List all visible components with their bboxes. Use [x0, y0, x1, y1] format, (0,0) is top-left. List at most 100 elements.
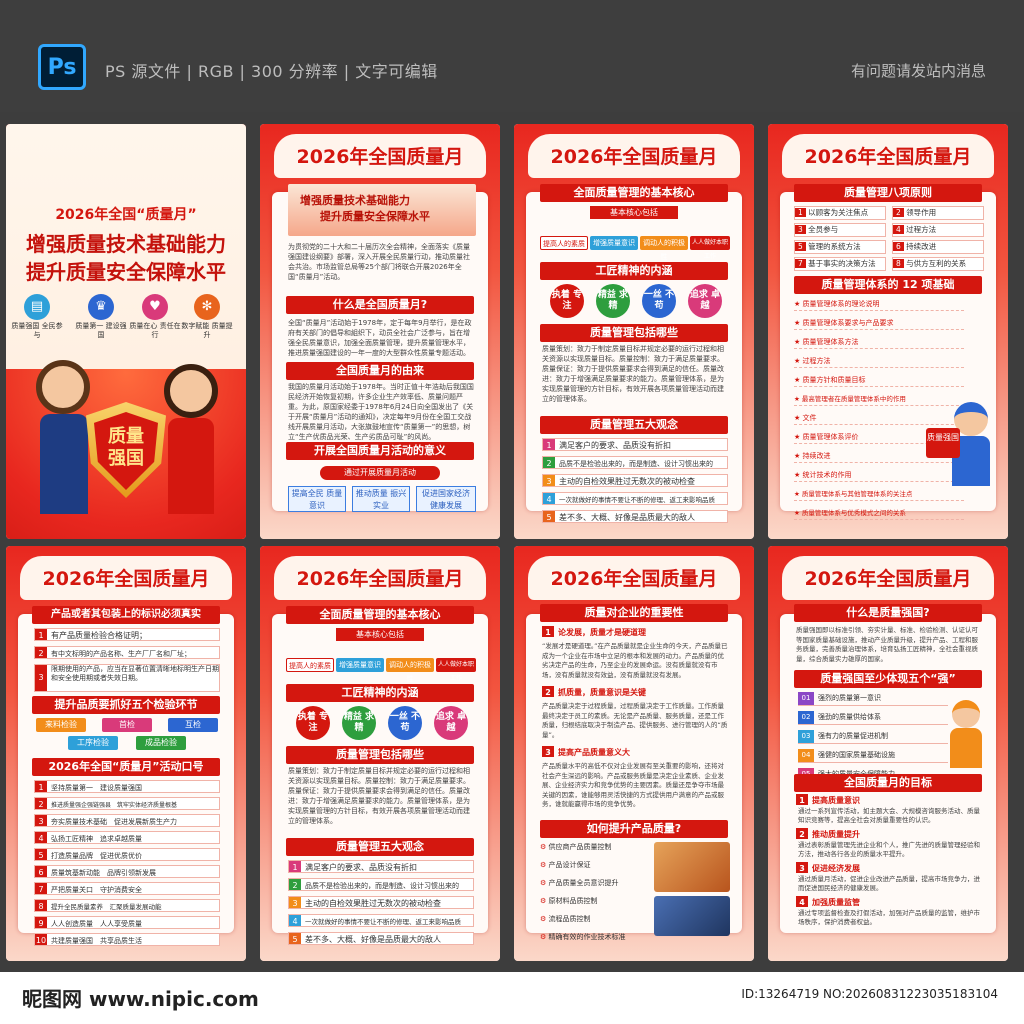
core-item: 人人做好本职工作	[690, 236, 730, 260]
section-heading: 质量对企业的重要性	[540, 604, 728, 622]
spirit-circle: 一丝 不苟	[642, 284, 676, 318]
principle-item: 2 领导作用	[892, 206, 984, 220]
way-item: ⚙ 流程品质控制	[540, 915, 591, 923]
slogan-item: 9 人人创造质量 人人享受质量	[34, 916, 220, 929]
slogan-item: 6 质量筑基新动能 品牌引领新发展	[34, 865, 220, 878]
meaning-box: 推动质量 振兴实业	[352, 486, 410, 512]
file-info: PS 源文件 | RGB | 300 分辨率 | 文字可编辑	[105, 62, 438, 81]
point-text: “发展才是硬道理。”在产品质量就是企业生命的今天，产品质量已成为一个企业在市场中…	[542, 642, 728, 679]
foundation-item: ★ 质量方针和质量目标	[794, 374, 964, 387]
spirit-circle: 追求 卓越	[688, 284, 722, 318]
slogan-item: 2 推进质量强企强链强县 筑牢实体经济质量根基	[34, 797, 220, 810]
core-item: 提高人的素质	[540, 236, 588, 250]
section-heading: 质量管理包括哪些	[286, 746, 474, 764]
core-label: 基本核心包括	[336, 628, 424, 641]
foundation-item: ★ 质量管理体系的理论说明	[794, 298, 964, 311]
point-heading: 1 论发展，质量才是硬道理	[542, 626, 728, 639]
star-icon: ★	[794, 376, 803, 384]
principle-item: 5 管理的系统方法	[794, 240, 886, 254]
point-text: 产品质量决定于过程质量，过程质量决定于工作质量。工作质量最终决定于员工的素质。无…	[542, 702, 728, 739]
meaning-box: 提高全民 质量意识	[288, 486, 346, 512]
section-heading: 质量管理五大观念	[540, 416, 728, 434]
star-icon: ★	[794, 509, 802, 517]
foundation-item: ★ 质量管理体系要求与产品要求	[794, 317, 964, 330]
concept-item: 1 满足客户的要求、品质没有折扣	[288, 860, 474, 873]
star-icon: ★	[794, 471, 803, 479]
meaning-box: 促进国家经济 健康发展	[416, 486, 476, 512]
intro-text: 为贯彻党的二十大和二十届历次全会精神，全面落实《质量强国建设纲要》部署，深入开展…	[288, 243, 470, 281]
panel-title: 2026年全国质量月	[42, 568, 210, 590]
banner-line1: 增强质量技术基础能力	[300, 194, 410, 207]
panel-title: 2026年全国质量月	[296, 146, 464, 168]
way-item: ⚙ 产品质量全员意识提升	[540, 879, 619, 887]
section-heading: 开展全国质量月活动的意义	[286, 442, 474, 460]
spirit-circle: 追求 卓越	[434, 706, 468, 740]
strong-item: 03 强有力的质量促进机制	[798, 730, 948, 744]
concept-item: 4 一次就做好的事情不要让不断的修理、返工来影响品质	[288, 914, 474, 927]
spirit-circle: 精益 求精	[342, 706, 376, 740]
girl-body	[168, 418, 214, 514]
section-heading: 2026年全国“质量月”活动口号	[32, 758, 220, 776]
way-item: ⚙ 供应商产品质量控制	[540, 843, 612, 851]
goal-text: 通过质量月活动，促进企业改进产品质量，提高市场竞争力，进而促进国民经济的健康发展…	[798, 875, 980, 892]
concept-item: 5 差不多、大概、好像是品质最大的敌人	[288, 932, 474, 945]
shield-text: 质量强国	[108, 426, 144, 469]
concept-item: 4 一次就做好的事情不要让不断的修理、返工来影响品质	[542, 492, 728, 505]
slogan-item: 3 夯实质量技术基础 促进发展新质生产力	[34, 814, 220, 827]
slogan-item: 5 打造质量品牌 促进优质优价	[34, 848, 220, 861]
mgmt-text: 质量策划：致力于制定质量目标并规定必要的运行过程和相关资源以实现质量目标。质量控…	[542, 345, 724, 403]
boy-figure	[36, 360, 90, 414]
gear-icon: ⚙	[540, 933, 549, 941]
spirit-circle: 执着 专注	[296, 706, 330, 740]
five-strong-list: 01 强烈的质量第一意识 02 强劲的质量供给体系 03 强有力的质量促进机制 04 强…	[798, 692, 948, 787]
ways-list: ⚙ 供应商产品质量控制 ⚙ 产品设计保证 ⚙ 产品质量全员意识提升 ⚙ 原材料品…	[540, 842, 650, 950]
goal-text: 通过专项监督检查及打假活动，加强对产品质量的监管，维护市场秩序，保护消费者权益。	[798, 909, 980, 926]
mark-item: 2 有中文标明的产品名称、生产厂厂名和厂址；	[34, 646, 220, 659]
panel-labels: 2026年全国质量月 产品或者其包装上的标识必须真实 1 有产品质量检验合格证明；…	[6, 546, 246, 961]
core-label: 基本核心包括	[590, 206, 678, 219]
girl-figure	[164, 364, 218, 418]
section-heading: 全国质量月的目标	[794, 774, 982, 792]
boy-body	[40, 414, 88, 514]
section-heading: 全面质量管理的基本核心	[540, 184, 728, 202]
slogan-item: 1 坚持质量第一 建设质量强国	[34, 780, 220, 793]
check-tag: 成品检验	[136, 736, 186, 750]
panel-title: 2026年全国质量月	[550, 568, 718, 590]
worker-body	[950, 728, 982, 768]
foundation-item: ★ 质量管理体系与其他管理体系的关注点	[794, 488, 964, 501]
gear-icon: ⚙	[540, 879, 549, 887]
panel-title: 2026年全国质量月	[550, 146, 718, 168]
core-item: 增强质量意识	[590, 236, 638, 250]
section-heading: 产品或者其包装上的标识必须真实	[32, 606, 220, 624]
sub-heading: 通过开展质量月活动	[320, 466, 440, 480]
concept-item: 2 品质不是检验出来的，而是制造、设计习惯出来的	[288, 878, 474, 891]
panel-title: 2026年全国质量月	[804, 568, 972, 590]
photoshop-icon: Ps	[38, 44, 86, 90]
star-icon: ★	[794, 433, 803, 441]
star-icon: ★	[794, 357, 803, 365]
panel-importance: 2026年全国质量月 质量对企业的重要性 1 论发展，质量才是硬道理 “发展才是硬…	[514, 546, 754, 961]
strong-item: 04 强健的国家质量基础设施	[798, 749, 948, 763]
concept-item: 3 主动的自检效果胜过无数次的被动检查	[288, 896, 474, 909]
banner-line2: 提升质量安全保障水平	[320, 210, 430, 223]
point-text: 产品质量水平的高低不仅对企业发展有至关重要的影响，还将对社会产生深远的影响。产品…	[542, 762, 724, 808]
concept-item: 1 满足客户的要求、品质没有折扣	[542, 438, 728, 451]
atom-icon: ✻	[194, 294, 220, 320]
panel-title: 2026年全国质量月	[296, 568, 464, 590]
way-item: ⚙ 精确有效的作业技术标准	[540, 933, 626, 941]
worker-figure	[952, 700, 980, 728]
spirit-circle: 精益 求精	[596, 284, 630, 318]
star-icon: ★	[794, 300, 803, 308]
icon-label: 质量强国 全民参与	[11, 322, 63, 339]
star-icon: ★	[794, 395, 802, 403]
heart-icon: ♥	[142, 294, 168, 320]
principle-item: 8 与供方互利的关系	[892, 257, 984, 271]
cover-panel: 2026年全国“质量月” 增强质量技术基础能力 提升质量安全保障水平 ▤ ♛ ♥…	[6, 124, 246, 539]
panel-quality-power: 2026年全国质量月 什么是质量强国? 质量强国即以标准引领、夯实计量、标准、检…	[768, 546, 1008, 961]
goal-heading: 3 促进经济发展	[796, 862, 982, 875]
panel-title: 2026年全国质量月	[804, 146, 972, 168]
cover-line3: 提升质量安全保障水平	[26, 260, 226, 284]
foundation-item: ★ 质量管理体系与优秀模式之间的关系	[794, 507, 964, 520]
check-tag: 来料检验	[36, 718, 86, 732]
spirit-circle: 执着 专注	[550, 284, 584, 318]
